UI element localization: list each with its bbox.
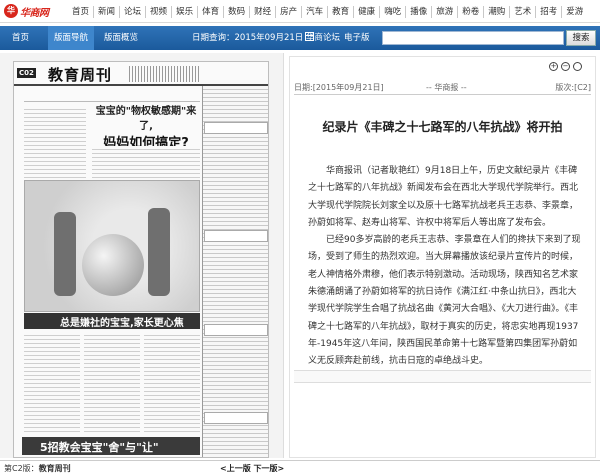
site-nav-item[interactable]: 体育: [197, 5, 223, 18]
search-input[interactable]: [382, 31, 564, 45]
site-nav-item[interactable]: 艺术: [509, 5, 535, 18]
edition-pager[interactable]: <上一版 下一版>: [220, 463, 284, 474]
text-size-controls: + −: [546, 62, 582, 71]
paper-text-column[interactable]: [24, 332, 80, 434]
paper-side-column[interactable]: [202, 86, 268, 457]
paper-side-heading: [204, 324, 268, 336]
paper-text-column[interactable]: [84, 332, 140, 434]
toolbar-home[interactable]: 首页: [12, 26, 29, 50]
paper-masthead-decoration: [129, 66, 199, 82]
search-button[interactable]: 搜索: [566, 30, 596, 46]
article-title: 纪录片《丰碑之十七路军的八年抗战》将开拍: [322, 120, 563, 134]
paper-page-viewer: C02 教育周刊 宝宝的"物权敏感期"来了, 妈妈如何搞定? 总是嫌社的宝宝,家…: [0, 53, 284, 458]
site-nav-item[interactable]: 汽车: [301, 5, 327, 18]
paper-headline-line1: 宝宝的"物权敏感期"来了,: [95, 106, 197, 132]
paper-side-heading: [204, 412, 268, 424]
logo-mark-icon: 华: [4, 4, 18, 18]
article-paragraph: 华商报讯（记者耿艳红）9月18日上午，历史文献纪录片《丰碑之十七路军的八年抗战》…: [308, 166, 579, 228]
toolbar-forum[interactable]: 华商论坛: [306, 26, 340, 50]
date-value[interactable]: 2015年09月21日: [235, 33, 304, 43]
article-source: -- 华商报 --: [426, 83, 467, 92]
edition-info: 第C2版：教育周刊: [4, 463, 71, 474]
article-paragraph: 已经90多岁高龄的老兵王志恭、李景章在人们的搀扶下来到了现场，受到了师生的热烈欢…: [308, 235, 581, 367]
site-nav-item[interactable]: 招考: [535, 5, 561, 18]
logo-text: 华商网: [20, 7, 49, 19]
paper-side-heading: [204, 122, 268, 134]
toolbar-page-overview[interactable]: 版面概览: [104, 26, 138, 50]
date-query[interactable]: 日期查询：2015年09月21日: [192, 31, 315, 45]
article-meta: 日期:[2015年09月21日] -- 华商报 -- 版次:[C2]: [294, 82, 591, 95]
site-nav-item[interactable]: 播像: [405, 5, 431, 18]
paper-band-text: 5招教会宝宝"舍"与"让": [40, 441, 159, 454]
site-nav-item[interactable]: 健康: [353, 5, 379, 18]
paper-side-heading: [204, 230, 268, 242]
epaper-toolbar: 首页 版面导航 版面概览 日期查询：2015年09月21日 华商论坛 电子版 搜…: [0, 26, 600, 50]
toolbar-page-nav[interactable]: 版面导航: [48, 26, 95, 50]
article-page: 版次:[C2]: [555, 83, 591, 92]
paper-text-column[interactable]: [92, 146, 200, 178]
edition-name[interactable]: 教育周刊: [39, 464, 71, 473]
paper-masthead: C02 教育周刊: [14, 62, 268, 86]
site-logo[interactable]: 华 华商网: [4, 2, 60, 20]
paper-page-image[interactable]: C02 教育周刊 宝宝的"物权敏感期"来了, 妈妈如何搞定? 总是嫌社的宝宝,家…: [13, 61, 269, 458]
article-body: 华商报讯（记者耿艳红）9月18日上午，历史文献纪录片《丰碑之十七路军的八年抗战》…: [308, 163, 583, 371]
date-label: 日期查询：: [192, 33, 235, 43]
site-nav-item[interactable]: 嗨吃: [379, 5, 405, 18]
paper-photo-figure: [54, 212, 76, 296]
paper-photo-ball: [82, 234, 144, 296]
edition-prefix: 第C2版：: [4, 464, 39, 473]
paper-text-column[interactable]: [24, 106, 86, 178]
site-nav-item[interactable]: 娱乐: [171, 5, 197, 18]
paper-band-text: 总是嫌社的宝宝,家长更心焦: [60, 318, 184, 329]
page-footer: 第C2版：教育周刊 <上一版 下一版>: [0, 460, 600, 475]
paper-photo-figure: [148, 208, 170, 296]
site-nav-item[interactable]: 教育: [327, 5, 353, 18]
site-nav-item[interactable]: 潮购: [483, 5, 509, 18]
site-nav-item[interactable]: 财经: [249, 5, 275, 18]
toolbar-e-paper[interactable]: 电子版: [344, 26, 370, 50]
reset-zoom-icon[interactable]: [573, 62, 582, 71]
article-date: 日期:[2015年09月21日]: [294, 83, 384, 92]
site-nav-item[interactable]: 数码: [223, 5, 249, 18]
paper-subhead-rule: [24, 90, 200, 102]
site-nav-item[interactable]: 旅游: [431, 5, 457, 18]
paper-text-column[interactable]: [144, 332, 200, 434]
site-nav: 首页 新闻 论坛 视频 娱乐 体育 数码 财经 房产 汽车 教育 健康 嗨吃 播…: [68, 0, 587, 23]
zoom-out-icon[interactable]: −: [561, 62, 570, 71]
article-footer-rule: [294, 370, 591, 383]
site-nav-item[interactable]: 视频: [145, 5, 171, 18]
paper-section-title: 教育周刊: [48, 66, 113, 84]
site-nav-item[interactable]: 爱游: [561, 5, 587, 18]
site-nav-item[interactable]: 首页: [68, 6, 93, 18]
site-nav-item[interactable]: 粉卷: [457, 5, 483, 18]
paper-headline[interactable]: 宝宝的"物权敏感期"来了, 妈妈如何搞定?: [92, 102, 200, 151]
zoom-in-icon[interactable]: +: [549, 62, 558, 71]
site-nav-item[interactable]: 论坛: [119, 5, 145, 18]
site-nav-item[interactable]: 新闻: [93, 5, 119, 18]
site-header: 华 华商网 首页 新闻 论坛 视频 娱乐 体育 数码 财经 房产 汽车 教育 健…: [0, 0, 600, 23]
paper-section-number: C02: [17, 68, 36, 78]
site-nav-item[interactable]: 房产: [275, 5, 301, 18]
